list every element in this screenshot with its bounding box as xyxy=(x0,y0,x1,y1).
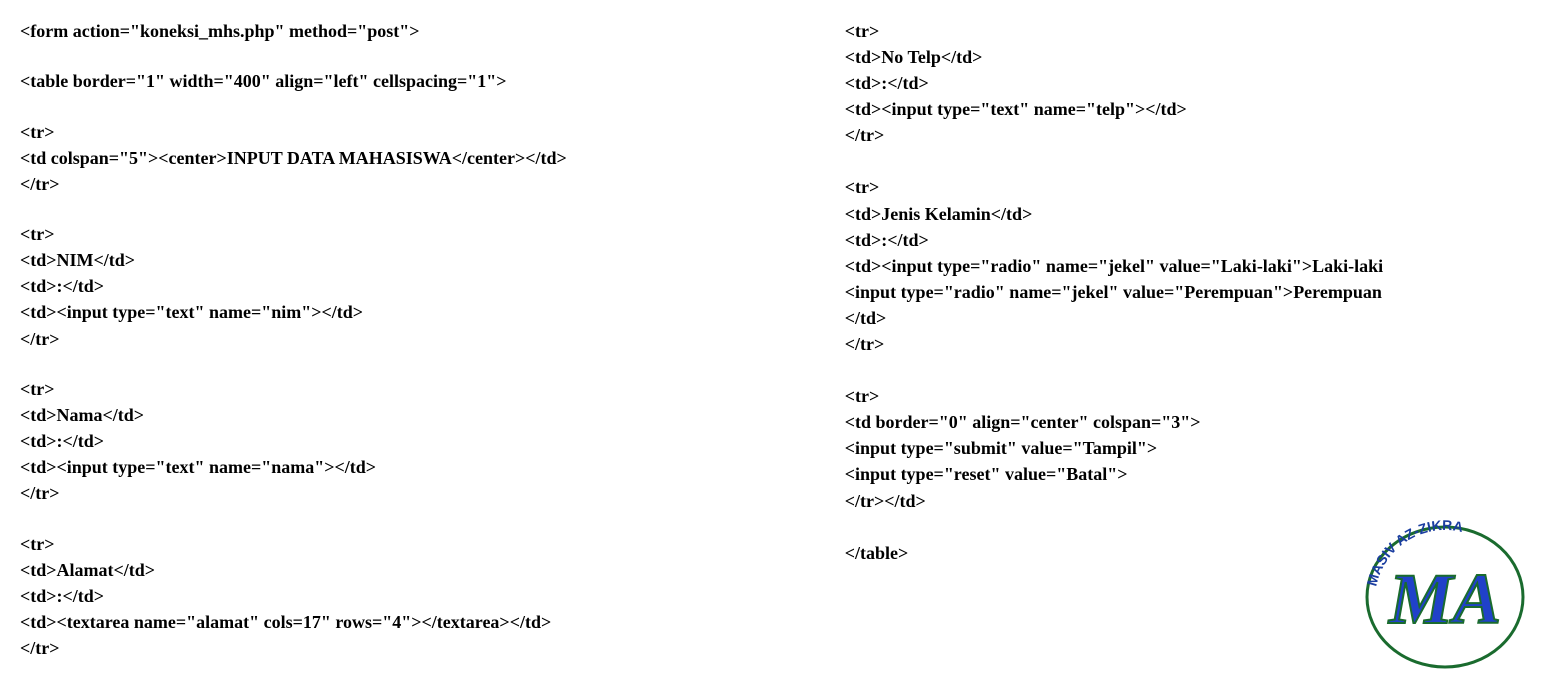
blank-line xyxy=(20,352,725,376)
blank-line xyxy=(845,357,1530,383)
code-line: <td border="0" align="center" colspan="3… xyxy=(845,409,1530,435)
code-line: <input type="submit" value="Tampil"> xyxy=(845,435,1530,461)
code-line: <tr> xyxy=(20,531,725,557)
code-line: <input type="radio" name="jekel" value="… xyxy=(845,279,1530,305)
code-image: <form action="koneksi_mhs.php" method="p… xyxy=(0,0,1550,679)
watermark-logo-icon: MASIV AZ-ZIKRA MA xyxy=(1360,505,1530,669)
blank-line xyxy=(20,197,725,221)
code-line: <td>No Telp</td> xyxy=(845,44,1530,70)
logo-big-text: MA xyxy=(1388,559,1501,639)
code-line: <tr> xyxy=(20,376,725,402)
code-line: <td>Alamat</td> xyxy=(20,557,725,583)
blank-line xyxy=(20,44,725,68)
blank-line xyxy=(20,506,725,530)
code-line: <td>:</td> xyxy=(845,70,1530,96)
code-line: <td>Jenis Kelamin</td> xyxy=(845,201,1530,227)
blank-line xyxy=(20,94,725,118)
code-line: <tr> xyxy=(845,18,1530,44)
code-line: </tr> xyxy=(845,122,1530,148)
code-line: <td>:</td> xyxy=(845,227,1530,253)
code-line: <tr> xyxy=(845,174,1530,200)
blank-line xyxy=(845,148,1530,174)
code-line: <td>:</td> xyxy=(20,273,725,299)
left-column: <form action="koneksi_mhs.php" method="p… xyxy=(20,18,725,661)
code-line: <td><input type="radio" name="jekel" val… xyxy=(845,253,1530,279)
code-line: <td>NIM</td> xyxy=(20,247,725,273)
code-line: </tr> xyxy=(20,171,725,197)
code-line: <tr> xyxy=(20,119,725,145)
code-line: <td>Nama</td> xyxy=(20,402,725,428)
code-line: <tr> xyxy=(845,383,1530,409)
code-line: <td><input type="text" name="nim"></td> xyxy=(20,299,725,325)
code-line: <tr> xyxy=(20,221,725,247)
code-line: </tr> xyxy=(20,635,725,661)
code-line: <td><input type="text" name="telp"></td> xyxy=(845,96,1530,122)
code-line: <td colspan="5"><center>INPUT DATA MAHAS… xyxy=(20,145,725,171)
code-line: <td><textarea name="alamat" cols=17" row… xyxy=(20,609,725,635)
code-line: <input type="reset" value="Batal"> xyxy=(845,461,1530,487)
code-line: <td>:</td> xyxy=(20,583,725,609)
code-line: </tr> xyxy=(845,331,1530,357)
code-line: </tr> xyxy=(20,480,725,506)
code-line: <td>:</td> xyxy=(20,428,725,454)
code-line: <form action="koneksi_mhs.php" method="p… xyxy=(20,18,725,44)
code-line: </tr> xyxy=(20,326,725,352)
code-line: <table border="1" width="400" align="lef… xyxy=(20,68,725,94)
code-line: <td><input type="text" name="nama"></td> xyxy=(20,454,725,480)
code-line: </td> xyxy=(845,305,1530,331)
